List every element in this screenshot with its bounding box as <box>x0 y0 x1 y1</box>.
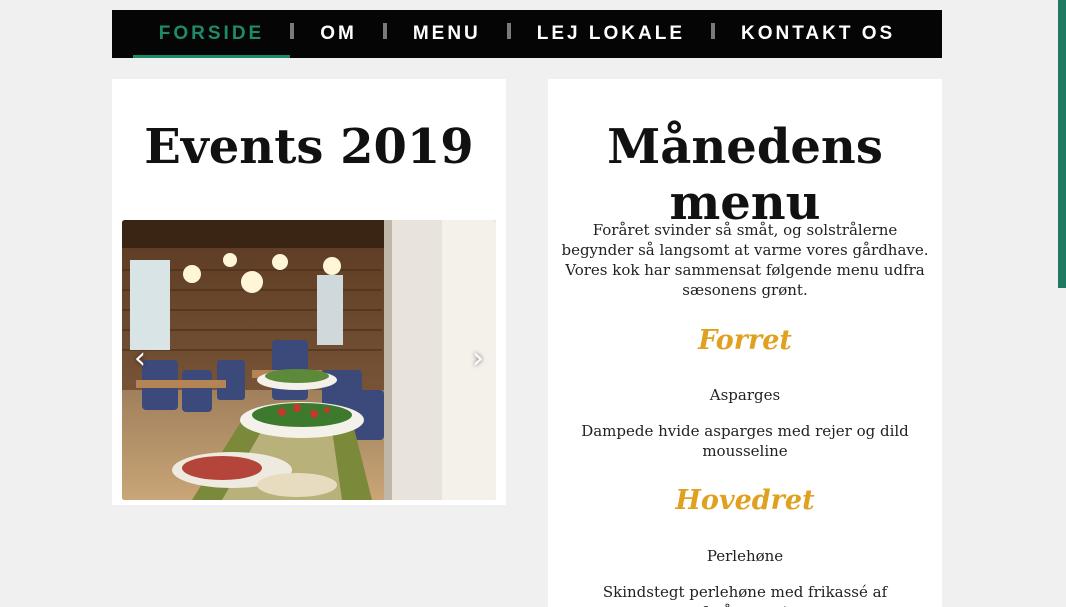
slideshow-next-icon[interactable]: › <box>472 344 484 374</box>
slideshow-prev-icon[interactable]: ‹ <box>134 344 146 374</box>
events-slideshow[interactable]: ‹ › <box>122 220 496 500</box>
nav-item-om[interactable]: OM <box>294 10 383 58</box>
restaurant-buffet-photo <box>122 220 496 500</box>
menu-title: Månedens menu <box>607 119 883 231</box>
edge-accent-bar <box>1058 0 1066 288</box>
nav-item-forside[interactable]: FORSIDE <box>132 10 291 58</box>
nav-item-kontakt-os[interactable]: KONTAKT OS <box>715 10 921 58</box>
main-nav: FORSIDE OM MENU LEJ LOKALE KONTAKT OS <box>112 10 942 58</box>
menu-intro: Foråret svinder så småt, og solstrålerne… <box>561 221 929 299</box>
course-dish-description: Dampede hvide asparges med rejer og dild… <box>581 422 909 460</box>
monthly-menu-panel: Månedens menu Foråret svinder så småt, o… <box>548 79 942 607</box>
course-dish-description: Skindstegt perlehøne med frikassé af for… <box>602 583 888 607</box>
course-heading-forret: Forret <box>698 325 792 356</box>
course-dish-name: Perlehøne <box>706 547 784 565</box>
page: FORSIDE OM MENU LEJ LOKALE KONTAKT OS Ev… <box>0 0 1066 607</box>
events-title: Events 2019 <box>144 119 474 175</box>
course-dish-name: Asparges <box>709 386 781 404</box>
nav-item-menu[interactable]: MENU <box>387 10 507 58</box>
nav-item-lej-lokale[interactable]: LEJ LOKALE <box>511 10 711 58</box>
course-heading-hovedret: Hovedret <box>675 485 815 516</box>
events-panel: Events 2019 ‹ › <box>112 79 506 505</box>
